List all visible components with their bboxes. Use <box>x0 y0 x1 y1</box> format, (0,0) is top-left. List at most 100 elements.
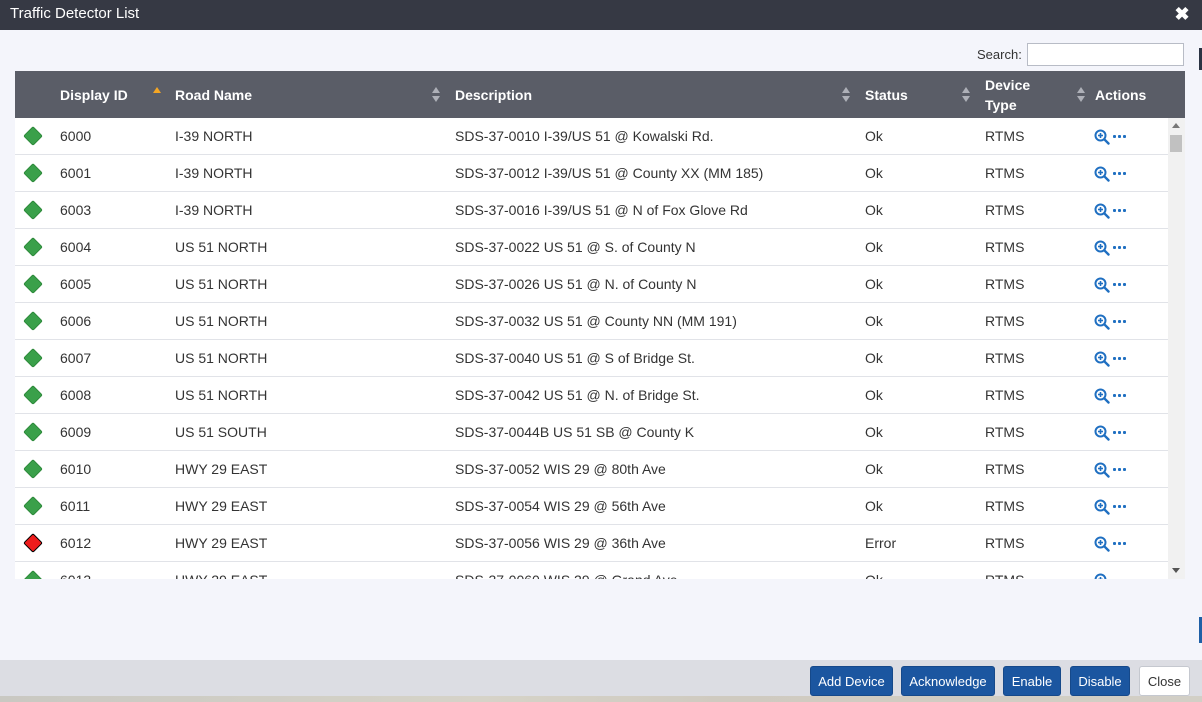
cell-status: Ok <box>865 498 883 514</box>
disable-button[interactable]: Disable <box>1070 666 1130 696</box>
more-dots-icon[interactable] <box>1113 203 1127 219</box>
table-row[interactable]: 6008 US 51 NORTH SDS-37-0042 US 51 @ N. of… <box>15 377 1168 414</box>
zoom-in-icon[interactable] <box>1094 536 1110 552</box>
more-dots-icon[interactable] <box>1113 499 1127 515</box>
cell-description: SDS-37-0026 US 51 @ N. of County N <box>455 276 697 292</box>
table-row[interactable]: 6004 US 51 NORTH SDS-37-0022 US 51 @ S. of… <box>15 229 1168 266</box>
detector-table: Display ID Road Name Description Status … <box>15 71 1185 579</box>
zoom-in-icon[interactable] <box>1094 462 1110 478</box>
zoom-in-icon[interactable] <box>1094 351 1110 367</box>
more-dots-icon[interactable] <box>1113 351 1127 367</box>
table-row[interactable]: 6003 I-39 NORTH SDS-37-0016 I-39/US 51 @ N… <box>15 192 1168 229</box>
column-header-status[interactable]: Status <box>865 71 985 118</box>
cell-description: SDS-37-0042 US 51 @ N. of Bridge St. <box>455 387 700 403</box>
table-body: 6000 I-39 NORTH SDS-37-0010 I-39/US 51 @ K… <box>15 118 1168 579</box>
zoom-in-icon[interactable] <box>1094 129 1110 145</box>
table-header: Display ID Road Name Description Status … <box>15 71 1185 118</box>
sort-icon[interactable] <box>1076 87 1086 103</box>
diamond-status-icon <box>23 459 43 479</box>
table-row[interactable]: 6007 US 51 NORTH SDS-37-0040 US 51 @ S of … <box>15 340 1168 377</box>
zoom-in-icon[interactable] <box>1094 388 1110 404</box>
more-dots-icon[interactable] <box>1113 314 1127 330</box>
close-button[interactable]: Close <box>1139 666 1190 696</box>
more-dots-icon[interactable] <box>1113 425 1127 441</box>
cell-road-name: I-39 NORTH <box>175 202 253 218</box>
more-dots-icon[interactable] <box>1113 166 1127 182</box>
scroll-thumb[interactable] <box>1170 135 1182 152</box>
cell-description: SDS-37-0040 US 51 @ S of Bridge St. <box>455 350 695 366</box>
cell-display-id: 6007 <box>60 350 92 366</box>
table-row[interactable]: 6010 HWY 29 EAST SDS-37-0052 WIS 29 @ 80th… <box>15 451 1168 488</box>
zoom-in-icon[interactable] <box>1094 314 1110 330</box>
cell-display-id: 6001 <box>60 165 92 181</box>
cell-status: Error <box>865 535 897 551</box>
row-actions <box>1094 488 1127 525</box>
table-row[interactable]: 6012 HWY 29 EAST SDS-37-0056 WIS 29 @ 36th… <box>15 525 1168 562</box>
zoom-in-icon[interactable] <box>1094 499 1110 515</box>
search-input[interactable] <box>1027 43 1184 66</box>
traffic-detector-dialog: Traffic Detector List ✖ Search: Display … <box>0 0 1202 702</box>
cell-display-id: 6011 <box>60 498 91 514</box>
diamond-status-icon <box>23 274 43 294</box>
enable-button[interactable]: Enable <box>1003 666 1061 696</box>
more-dots-icon[interactable] <box>1113 388 1127 404</box>
cell-device-type: RTMS <box>985 313 1025 329</box>
table-row[interactable]: 6006 US 51 NORTH SDS-37-0032 US 51 @ Count… <box>15 303 1168 340</box>
more-dots-icon[interactable] <box>1113 277 1127 293</box>
column-header-road-name[interactable]: Road Name <box>175 71 455 118</box>
cell-display-id: 6003 <box>60 202 92 218</box>
row-actions <box>1094 562 1127 579</box>
cell-status: Ok <box>865 165 883 181</box>
sort-icon[interactable] <box>961 87 971 103</box>
zoom-in-icon[interactable] <box>1094 277 1110 293</box>
more-dots-icon[interactable] <box>1113 240 1127 256</box>
sort-ascending-icon[interactable] <box>152 87 162 95</box>
sort-icon[interactable] <box>841 87 851 103</box>
zoom-in-icon[interactable] <box>1094 240 1110 256</box>
row-actions <box>1094 118 1127 155</box>
cell-road-name: US 51 NORTH <box>175 276 268 292</box>
zoom-in-icon[interactable] <box>1094 425 1110 441</box>
cell-description: SDS-37-0054 WIS 29 @ 56th Ave <box>455 498 666 514</box>
acknowledge-button[interactable]: Acknowledge <box>901 666 995 696</box>
dialog-title: Traffic Detector List <box>10 5 140 22</box>
zoom-in-icon[interactable] <box>1094 166 1110 182</box>
cell-device-type: RTMS <box>985 535 1025 551</box>
diamond-status-icon <box>23 163 43 183</box>
table-scrollbar[interactable] <box>1168 118 1185 579</box>
table-row[interactable]: 6013 HWY 29 EAST SDS-37-0060 WIS 29 @ Gran… <box>15 562 1168 579</box>
column-header-device-type[interactable]: Device Type <box>985 71 1095 118</box>
column-header-label: Device Type <box>985 76 1031 113</box>
diamond-status-icon <box>23 311 43 331</box>
scroll-down-arrow-icon[interactable] <box>1172 568 1180 573</box>
cell-device-type: RTMS <box>985 424 1025 440</box>
cell-road-name: I-39 NORTH <box>175 128 253 144</box>
table-row[interactable]: 6011 HWY 29 EAST SDS-37-0054 WIS 29 @ 56th… <box>15 488 1168 525</box>
scroll-up-arrow-icon[interactable] <box>1172 123 1180 128</box>
more-dots-icon[interactable] <box>1113 536 1127 552</box>
table-row[interactable]: 6009 US 51 SOUTH SDS-37-0044B US 51 SB @ C… <box>15 414 1168 451</box>
cell-status: Ok <box>865 387 883 403</box>
diamond-status-icon <box>23 237 43 257</box>
table-row[interactable]: 6001 I-39 NORTH SDS-37-0012 I-39/US 51 @ C… <box>15 155 1168 192</box>
dialog-titlebar: Traffic Detector List ✖ <box>0 0 1202 30</box>
diamond-status-icon <box>23 570 43 579</box>
close-icon[interactable]: ✖ <box>1172 4 1192 24</box>
table-row[interactable]: 6005 US 51 NORTH SDS-37-0026 US 51 @ N. of… <box>15 266 1168 303</box>
zoom-in-icon[interactable] <box>1094 573 1110 580</box>
zoom-in-icon[interactable] <box>1094 203 1110 219</box>
cell-road-name: US 51 NORTH <box>175 350 268 366</box>
more-dots-icon[interactable] <box>1113 129 1127 145</box>
row-actions <box>1094 451 1127 488</box>
column-header-description[interactable]: Description <box>455 71 865 118</box>
cell-road-name: HWY 29 EAST <box>175 498 268 514</box>
cell-device-type: RTMS <box>985 239 1025 255</box>
table-row[interactable]: 6000 I-39 NORTH SDS-37-0010 I-39/US 51 @ K… <box>15 118 1168 155</box>
add-device-button[interactable]: Add Device <box>810 666 893 696</box>
sort-icon[interactable] <box>431 87 441 103</box>
more-dots-icon[interactable] <box>1113 462 1127 478</box>
cell-road-name: US 51 NORTH <box>175 313 268 329</box>
column-header-display-id[interactable]: Display ID <box>60 71 175 118</box>
column-header-label: Status <box>865 86 908 103</box>
more-dots-icon[interactable] <box>1113 573 1127 580</box>
